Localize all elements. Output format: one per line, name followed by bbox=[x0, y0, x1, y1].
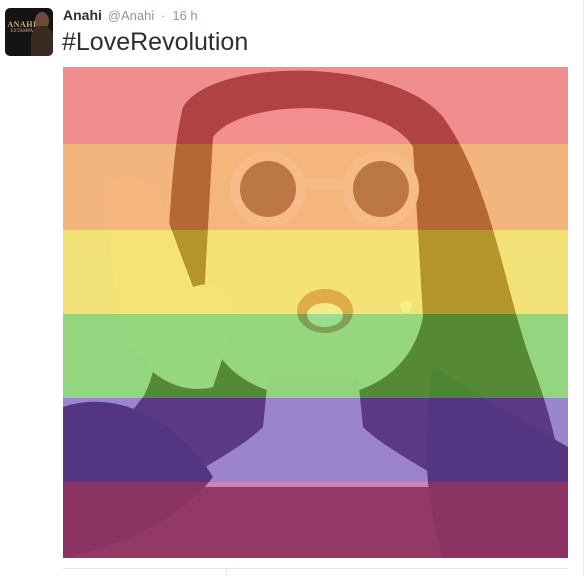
action-divider bbox=[63, 568, 568, 569]
tweet-text: #LoveRevolution bbox=[62, 27, 248, 57]
hashtag-link[interactable]: #LoveRevolution bbox=[62, 28, 248, 56]
avatar-logo-text: ANAHI bbox=[7, 20, 37, 29]
avatar-logo-subtext: ESTAMPA bbox=[10, 29, 34, 34]
rainbow-overlay bbox=[63, 67, 568, 558]
stripe-orange bbox=[63, 144, 568, 230]
tweet-timestamp[interactable]: 16 h bbox=[172, 8, 197, 23]
avatar[interactable]: ANAHI ESTAMPA bbox=[5, 8, 53, 56]
header-separator: · bbox=[161, 8, 166, 23]
action-separator bbox=[226, 569, 227, 576]
tweet-header: Anahi @Anahi · 16 h bbox=[63, 6, 198, 25]
tweet: ANAHI ESTAMPA Anahi @Anahi · 16 h #LoveR… bbox=[0, 0, 586, 576]
stripe-green bbox=[63, 314, 568, 398]
author-handle[interactable]: @Anahi bbox=[108, 8, 154, 23]
column-border bbox=[583, 0, 584, 576]
tweet-photo[interactable] bbox=[63, 67, 568, 558]
stripe-violet bbox=[63, 482, 568, 558]
stripe-yellow bbox=[63, 230, 568, 314]
author-name[interactable]: Anahi bbox=[63, 7, 102, 23]
stripe-red bbox=[63, 67, 568, 144]
avatar-logo: ANAHI ESTAMPA bbox=[7, 20, 37, 35]
stripe-blue bbox=[63, 398, 568, 482]
